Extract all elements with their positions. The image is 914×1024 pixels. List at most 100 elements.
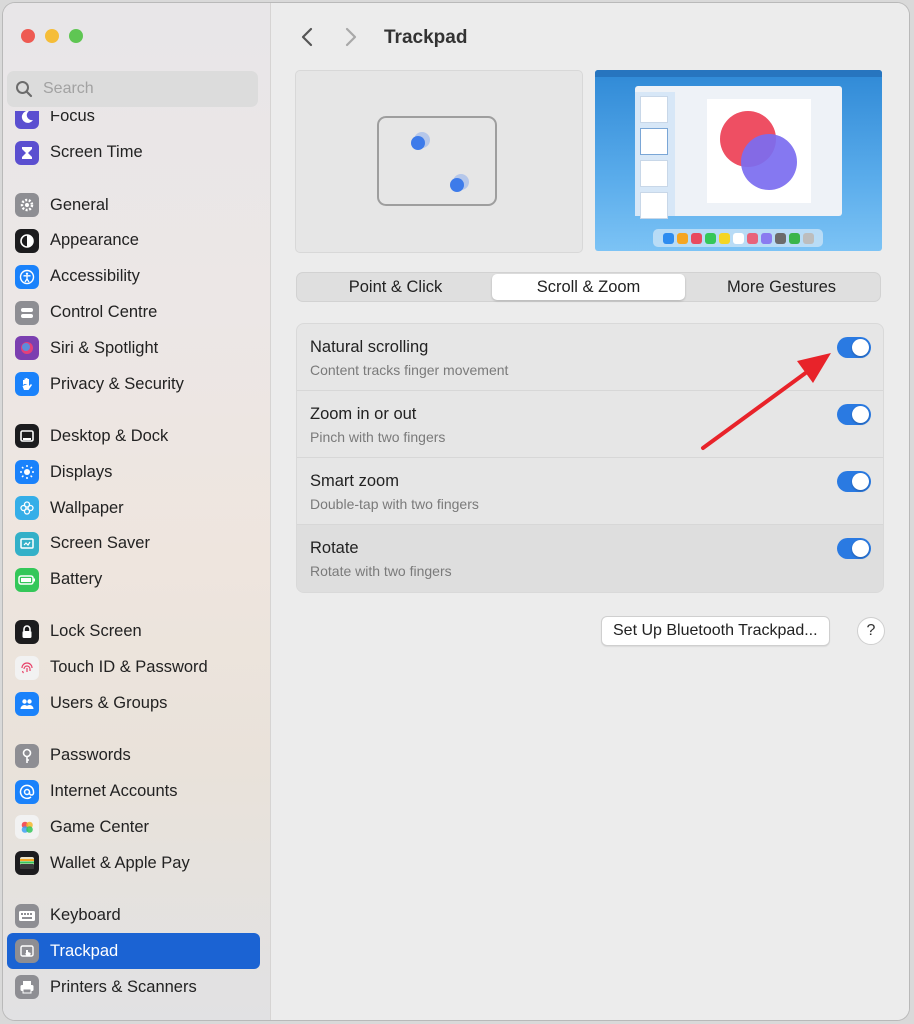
control-centre-icon: [15, 300, 39, 325]
sidebar-item-label: Wallet & Apple Pay: [50, 853, 190, 872]
settings-window: Focus Screen Time General Appearance Accessi…: [3, 3, 909, 1020]
rotate-toggle[interactable]: [837, 538, 871, 559]
sidebar-item-label: Internet Accounts: [50, 782, 178, 801]
sidebar-item-label: Touch ID & Password: [50, 658, 208, 677]
zoom-toggle[interactable]: [837, 404, 871, 425]
sidebar-item-printers-and-scanners[interactable]: Printers & Scanners: [7, 969, 260, 1005]
setting-row-smart-zoom: Smart zoom Double-tap with two fingers: [297, 458, 883, 525]
search-field[interactable]: [7, 71, 258, 107]
setup-bluetooth-trackpad-button[interactable]: Set Up Bluetooth Trackpad...: [601, 616, 830, 646]
settings-list: Natural scrolling Content tracks finger …: [296, 323, 884, 593]
battery-icon: [15, 567, 39, 592]
sidebar-item-label: Passwords: [50, 746, 131, 765]
moon-icon: [15, 111, 39, 129]
sidebar-item-accessibility[interactable]: Accessibility: [7, 259, 260, 295]
preview-dock: [653, 229, 823, 247]
at-icon: [15, 779, 39, 804]
preview-app-window: [635, 86, 842, 219]
setting-title: Rotate: [310, 539, 359, 557]
sidebar-item-label: Siri & Spotlight: [50, 338, 159, 357]
sidebar-item-lock-screen[interactable]: Lock Screen: [7, 614, 260, 650]
natural-scrolling-toggle[interactable]: [837, 337, 871, 358]
smart-zoom-toggle[interactable]: [837, 471, 871, 492]
hourglass-icon: [15, 140, 39, 165]
sidebar-item-touch-id-and-password[interactable]: Touch ID & Password: [7, 650, 260, 686]
screen-saver-icon: [15, 531, 39, 556]
sidebar-item-label: Game Center: [50, 817, 150, 836]
window-controls: [21, 29, 83, 43]
sidebar-item-appearance[interactable]: Appearance: [7, 223, 260, 259]
key-icon: [15, 743, 39, 768]
preview-menubar: [595, 70, 882, 77]
finger-dot: [411, 136, 425, 150]
accessibility-icon: [15, 264, 39, 289]
sidebar-item-displays[interactable]: Displays: [7, 454, 260, 490]
setting-subtitle: Pinch with two fingers: [310, 429, 446, 445]
hand-icon: [15, 372, 39, 397]
sidebar-item-game-center[interactable]: Game Center: [7, 810, 260, 846]
setting-subtitle: Double-tap with two fingers: [310, 496, 479, 512]
flower-icon: [15, 496, 39, 521]
sidebar-item-wallet-and-apple-pay[interactable]: Wallet & Apple Pay: [7, 845, 260, 881]
search-input[interactable]: [41, 79, 245, 99]
appearance-icon: [15, 228, 39, 253]
gesture-animation-panel: [295, 70, 583, 253]
sidebar-item-label: Screen Time: [50, 143, 143, 162]
trackpad-illustration: [377, 116, 497, 206]
sidebar-item-label: Trackpad: [50, 941, 119, 960]
sidebar-item-users-and-groups[interactable]: Users & Groups: [7, 686, 260, 722]
tab-scroll-zoom[interactable]: Scroll & Zoom: [492, 274, 685, 300]
sidebar-item-label: Privacy & Security: [50, 374, 184, 393]
preview-canvas: [707, 99, 811, 203]
sidebar-item-screen-time[interactable]: Screen Time: [7, 135, 260, 171]
sidebar: Focus Screen Time General Appearance Accessi…: [3, 3, 271, 1020]
page-title: Trackpad: [384, 27, 468, 48]
finger-dot: [450, 178, 464, 192]
sidebar-separator: [7, 171, 260, 188]
sidebar-item-label: Battery: [50, 570, 103, 589]
maximize-button[interactable]: [69, 29, 83, 43]
chevron-right-icon: [345, 27, 357, 47]
minimize-button[interactable]: [45, 29, 59, 43]
setting-title: Smart zoom: [310, 472, 399, 490]
sidebar-item-desktop-and-dock[interactable]: Desktop & Dock: [7, 419, 260, 455]
setting-subtitle: Rotate with two fingers: [310, 563, 452, 579]
lock-icon: [15, 619, 39, 644]
sidebar-item-label: Keyboard: [50, 906, 121, 925]
sidebar-item-label: Focus: [50, 111, 95, 126]
sidebar-item-wallpaper[interactable]: Wallpaper: [7, 490, 260, 526]
tab-more-gestures[interactable]: More Gestures: [685, 274, 878, 300]
toolbar: Trackpad: [271, 3, 909, 69]
sidebar-item-battery[interactable]: Battery: [7, 562, 260, 598]
close-button[interactable]: [21, 29, 35, 43]
search-icon: [16, 81, 33, 98]
sidebar-separator: [7, 721, 260, 738]
tab-point-click[interactable]: Point & Click: [299, 274, 492, 300]
sidebar-item-label: Screen Saver: [50, 534, 150, 553]
help-button[interactable]: ?: [857, 617, 885, 645]
setting-row-zoom: Zoom in or out Pinch with two fingers: [297, 391, 883, 458]
sidebar-item-privacy-and-security[interactable]: Privacy & Security: [7, 366, 260, 402]
sidebar-item-internet-accounts[interactable]: Internet Accounts: [7, 774, 260, 810]
sidebar-item-passwords[interactable]: Passwords: [7, 738, 260, 774]
sidebar-separator: [7, 881, 260, 898]
sidebar-item-label: Control Centre: [50, 303, 158, 322]
wallet-icon: [15, 851, 39, 876]
main-pane: Trackpad Point & Click Scroll & Zoom Mor…: [271, 3, 909, 1020]
game-center-icon: [15, 815, 39, 840]
sidebar-item-screen-saver[interactable]: Screen Saver: [7, 526, 260, 562]
sidebar-item-trackpad[interactable]: Trackpad: [7, 933, 260, 970]
sidebar-item-label: Printers & Scanners: [50, 977, 197, 996]
sidebar-item-keyboard[interactable]: Keyboard: [7, 898, 260, 934]
sidebar-separator: [7, 598, 260, 615]
sidebar-item-control-centre[interactable]: Control Centre: [7, 295, 260, 331]
forward-button[interactable]: [341, 25, 361, 49]
sidebar-item-label: General: [50, 195, 109, 214]
back-button[interactable]: [297, 25, 317, 49]
sidebar-item-general[interactable]: General: [7, 187, 260, 223]
sidebar-item-focus[interactable]: Focus: [7, 111, 260, 135]
sun-icon: [15, 460, 39, 485]
users-icon: [15, 691, 39, 716]
setting-title: Zoom in or out: [310, 405, 417, 423]
sidebar-item-siri-and-spotlight[interactable]: Siri & Spotlight: [7, 330, 260, 366]
